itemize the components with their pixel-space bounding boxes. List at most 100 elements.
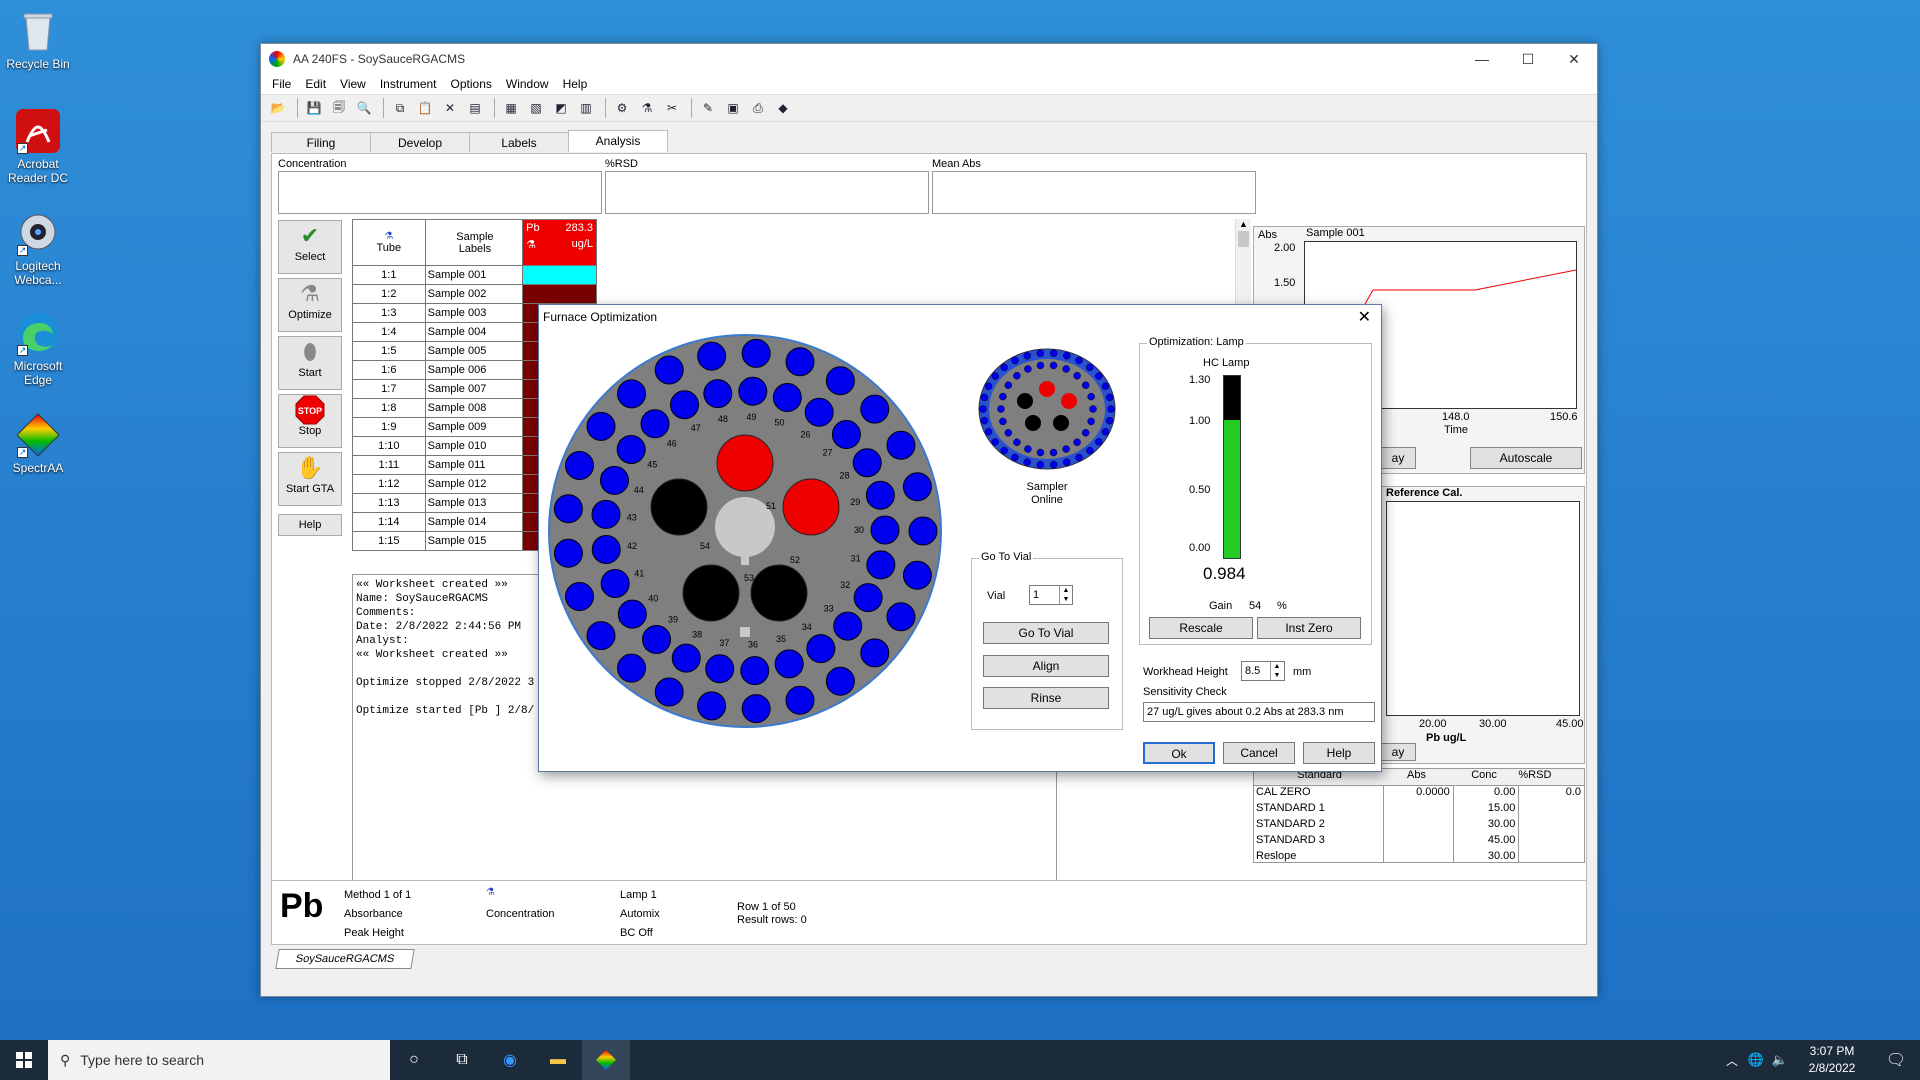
vial-position[interactable]	[586, 411, 616, 441]
sample-label-cell[interactable]: Sample 004	[424, 322, 524, 342]
sample-label-cell[interactable]: Sample 013	[424, 493, 524, 513]
save-all-icon[interactable]: 🗐	[328, 97, 350, 119]
tube-cell[interactable]: 1:10	[352, 436, 426, 456]
method-icon[interactable]: ▣	[722, 97, 744, 119]
vial-position[interactable]	[617, 379, 647, 409]
task-view-icon[interactable]: ⧉	[438, 1040, 486, 1080]
vial-position[interactable]	[553, 494, 583, 524]
reagent-position[interactable]	[650, 478, 708, 536]
sample-label-cell[interactable]: Sample 012	[424, 474, 524, 494]
sample-label-cell[interactable]: Sample 010	[424, 436, 524, 456]
vial-position[interactable]	[617, 653, 647, 683]
sample-label-cell[interactable]: Sample 005	[424, 341, 524, 361]
vial-position[interactable]	[591, 535, 621, 565]
vial-position[interactable]	[553, 538, 583, 568]
dialog-close-icon[interactable]: ✕	[1358, 307, 1371, 327]
tube-cell[interactable]: 1:14	[352, 512, 426, 532]
reagent-position[interactable]	[782, 478, 840, 536]
sample-label-cell[interactable]: Sample 008	[424, 398, 524, 418]
print-preview-icon[interactable]: 🔍	[353, 97, 375, 119]
vial-position[interactable]	[886, 602, 916, 632]
help-button[interactable]: Help	[1303, 742, 1375, 764]
vial-position[interactable]	[654, 677, 684, 707]
furnace-carousel[interactable]: 1234567891011121314151617181920212223242…	[545, 331, 945, 731]
worksheet-row[interactable]: 1:2 Sample 002	[352, 284, 597, 304]
vial-position[interactable]	[640, 409, 670, 439]
tools-icon[interactable]: ✂	[661, 97, 683, 119]
tube-cell[interactable]: 1:9	[352, 417, 426, 437]
inst-zero-button[interactable]: Inst Zero	[1257, 617, 1361, 639]
title-bar[interactable]: AA 240FS - SoySauceRGACMS — ☐ ✕	[261, 44, 1597, 74]
menu-edit[interactable]: Edit	[298, 77, 333, 91]
calibration-row[interactable]: Reslope 30.00	[1254, 850, 1584, 862]
sample-label-cell[interactable]: Sample 011	[424, 455, 524, 475]
reagent-position[interactable]	[750, 564, 808, 622]
vial-position[interactable]	[654, 355, 684, 385]
sample-label-cell[interactable]: Sample 006	[424, 360, 524, 380]
open-icon[interactable]: 📂	[267, 97, 289, 119]
tube-cell[interactable]: 1:15	[352, 531, 426, 551]
vial-position[interactable]	[831, 419, 861, 449]
tube-cell[interactable]: 1:11	[352, 455, 426, 475]
vial-position[interactable]	[617, 599, 647, 629]
calendar-icon[interactable]: ▥	[575, 97, 597, 119]
menu-options[interactable]: Options	[444, 77, 499, 91]
vial-position[interactable]	[738, 376, 768, 406]
tube-cell[interactable]: 1:2	[352, 284, 426, 304]
sample-label-cell[interactable]: Sample 003	[424, 303, 524, 323]
tube-cell[interactable]: 1:1	[352, 265, 426, 285]
vial-position[interactable]	[703, 379, 733, 409]
instrument-icon[interactable]: ⚙	[611, 97, 633, 119]
vial-position[interactable]	[860, 394, 890, 424]
vial-position[interactable]	[591, 499, 621, 529]
sample-labels-header[interactable]: Sample Labels	[424, 219, 524, 266]
vial-position[interactable]	[785, 347, 815, 377]
print-icon[interactable]: ⎙	[747, 97, 769, 119]
tube-cell[interactable]: 1:12	[352, 474, 426, 494]
sample-label-cell[interactable]: Sample 009	[424, 417, 524, 437]
vial-position[interactable]	[564, 450, 594, 480]
chart-icon[interactable]: ◩	[550, 97, 572, 119]
spectraa-toolbar-icon[interactable]: ◆	[772, 97, 794, 119]
report-icon[interactable]: ▤	[464, 97, 486, 119]
desktop-icon-acrobat[interactable]: ↗ Acrobat Reader DC	[4, 108, 72, 185]
vial-position[interactable]	[774, 649, 804, 679]
delete-icon[interactable]: ✕	[439, 97, 461, 119]
sample-label-cell[interactable]: Sample 002	[424, 284, 524, 304]
vial-position[interactable]	[806, 634, 836, 664]
vial-position[interactable]	[697, 691, 727, 721]
vial-position[interactable]	[860, 638, 890, 668]
close-icon[interactable]: ✕	[1551, 51, 1597, 68]
start-button[interactable]: ⬮ Start	[278, 336, 342, 390]
align-button[interactable]: Align	[983, 655, 1109, 677]
desktop-icon-spectraa[interactable]: ↗ SpectrAA	[4, 412, 72, 475]
tab-develop[interactable]: Develop	[370, 132, 470, 152]
vial-position[interactable]	[866, 550, 896, 580]
calibration-row[interactable]: STANDARD 3 45.00	[1254, 834, 1584, 850]
volume-icon[interactable]: 🔈	[1768, 1040, 1792, 1080]
minimize-icon[interactable]: —	[1459, 51, 1505, 67]
dialog-title-bar[interactable]: Furnace Optimization ✕	[539, 305, 1381, 331]
worksheet-row[interactable]: 1:1 Sample 001	[352, 265, 597, 285]
desktop-icon-recycle-bin[interactable]: Recycle Bin	[4, 8, 72, 71]
sample-label-cell[interactable]: Sample 001	[424, 265, 524, 285]
vial-position[interactable]	[870, 515, 900, 545]
vial-position[interactable]	[697, 341, 727, 371]
start-gta-button[interactable]: ✋ Start GTA	[278, 452, 342, 506]
autoscale-button[interactable]: Autoscale	[1470, 447, 1582, 469]
calibration-row[interactable]: STANDARD 1 15.00	[1254, 802, 1584, 818]
vial-position[interactable]	[670, 390, 700, 420]
vial-position[interactable]	[853, 583, 883, 613]
menu-help[interactable]: Help	[556, 77, 595, 91]
display-button[interactable]: ay	[1380, 447, 1416, 469]
go-to-vial-button[interactable]: Go To Vial	[983, 622, 1109, 644]
tube-cell[interactable]: 1:8	[352, 398, 426, 418]
calibration-display-button[interactable]: ay	[1380, 743, 1416, 761]
sampler-icon[interactable]: ⚗	[636, 97, 658, 119]
document-tab[interactable]: SoySauceRGACMS	[275, 949, 415, 969]
stop-button[interactable]: STOP Stop	[278, 394, 342, 448]
cortana-icon[interactable]: ○	[390, 1040, 438, 1080]
vial-position[interactable]	[741, 338, 771, 368]
paste-icon[interactable]: 📋	[414, 97, 436, 119]
vial-position[interactable]	[902, 560, 932, 590]
